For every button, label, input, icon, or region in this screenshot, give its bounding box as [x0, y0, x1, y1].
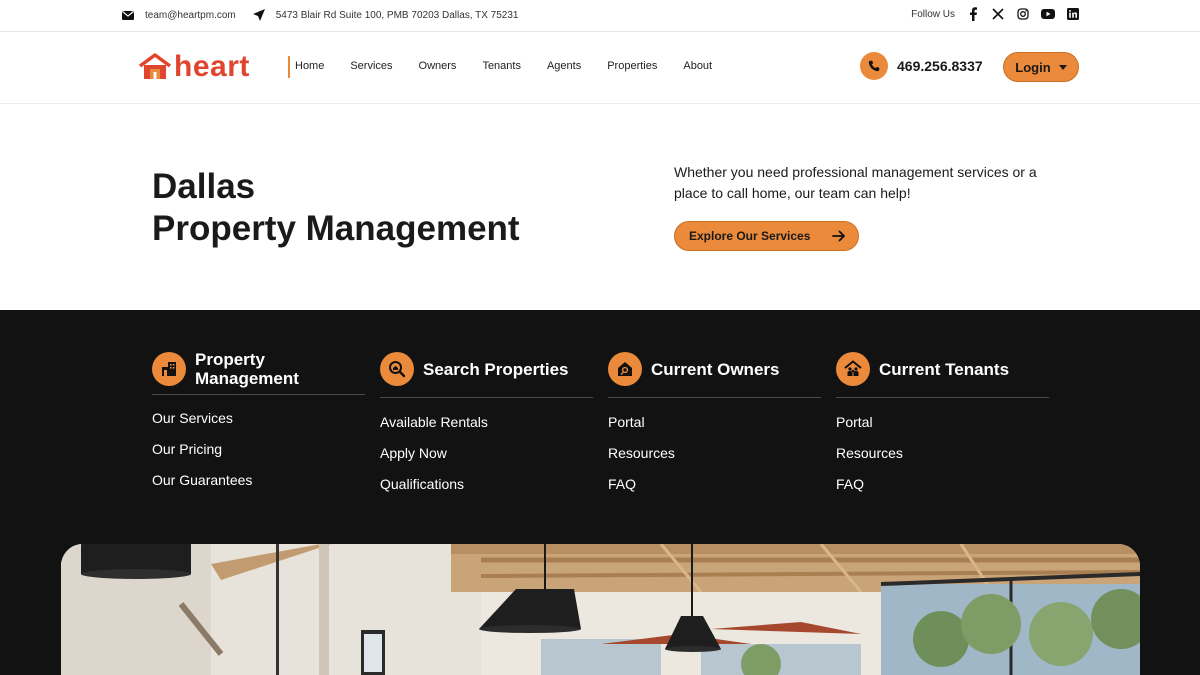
nav-about[interactable]: About [683, 60, 712, 72]
nav-divider [288, 56, 290, 78]
link-tenant-faq[interactable]: FAQ [836, 474, 1049, 505]
x-icon[interactable] [991, 7, 1005, 21]
main-nav: Home Services Owners Tenants Agents Prop… [295, 60, 738, 72]
contact-info: team@heartpm.com 5473 Blair Rd Suite 100… [121, 8, 519, 22]
link-our-guarantees[interactable]: Our Guarantees [152, 470, 365, 501]
link-our-services[interactable]: Our Services [152, 408, 365, 439]
phone-number: 469.256.8337 [897, 58, 983, 74]
explore-label: Explore Our Services [689, 229, 811, 243]
column-header: Property Management [152, 350, 365, 388]
chevron-down-icon [1058, 64, 1067, 70]
link-owner-faq[interactable]: FAQ [608, 474, 821, 505]
youtube-icon[interactable] [1041, 7, 1055, 21]
house-key-icon [608, 352, 642, 386]
arrow-right-icon [832, 230, 845, 242]
column-property-management: Property Management Our Services Our Pri… [152, 350, 365, 501]
explore-services-button[interactable]: Explore Our Services [674, 221, 859, 251]
interior-photo [61, 544, 1140, 675]
login-button[interactable]: Login [1003, 52, 1079, 82]
nav-services[interactable]: Services [350, 60, 392, 72]
column-header: Search Properties [380, 350, 593, 388]
column-title[interactable]: Current Tenants [879, 360, 1009, 379]
column-divider [380, 397, 593, 398]
column-title[interactable]: Search Properties [423, 360, 569, 379]
follow-label: Follow Us [911, 8, 955, 20]
main-header: heart Home Services Owners Tenants Agent… [0, 32, 1200, 104]
facebook-icon[interactable] [966, 7, 980, 21]
column-title[interactable]: Property Management [195, 350, 365, 388]
site-logo[interactable]: heart [138, 52, 250, 82]
column-title[interactable]: Current Owners [651, 360, 779, 379]
link-tenant-resources[interactable]: Resources [836, 443, 1049, 474]
column-links: Our Services Our Pricing Our Guarantees [152, 408, 365, 501]
column-links: Available Rentals Apply Now Qualificatio… [380, 412, 593, 505]
column-search-properties: Search Properties Available Rentals Appl… [380, 350, 593, 505]
column-header: Current Owners [608, 350, 821, 388]
link-our-pricing[interactable]: Our Pricing [152, 439, 365, 470]
column-divider [836, 397, 1049, 398]
mail-icon [122, 11, 134, 20]
search-home-icon [380, 352, 414, 386]
link-apply-now[interactable]: Apply Now [380, 443, 593, 474]
nav-owners[interactable]: Owners [419, 60, 457, 72]
link-tenant-portal[interactable]: Portal [836, 412, 1049, 443]
phone-link[interactable]: 469.256.8337 [860, 52, 983, 80]
email-link[interactable]: team@heartpm.com [145, 10, 236, 21]
hero-description: Whether you need professional management… [674, 164, 1037, 201]
column-header: Current Tenants [836, 350, 1049, 388]
building-icon [152, 352, 186, 386]
phone-icon [860, 52, 888, 80]
link-owner-portal[interactable]: Portal [608, 412, 821, 443]
title-line-2: Property Management [152, 209, 520, 248]
house-logo-icon [138, 53, 172, 79]
instagram-icon[interactable] [1016, 7, 1030, 21]
nav-tenants[interactable]: Tenants [482, 60, 521, 72]
nav-properties[interactable]: Properties [607, 60, 657, 72]
address-text: 5473 Blair Rd Suite 100, PMB 70203 Dalla… [275, 9, 519, 21]
social-links: Follow Us [911, 7, 1080, 21]
link-qualifications[interactable]: Qualifications [380, 474, 593, 505]
column-current-owners: Current Owners Portal Resources FAQ [608, 350, 821, 505]
column-links: Portal Resources FAQ [608, 412, 821, 505]
family-home-icon [836, 352, 870, 386]
login-label: Login [1015, 59, 1051, 75]
location-arrow-icon [252, 9, 265, 21]
column-divider [152, 394, 365, 395]
link-available-rentals[interactable]: Available Rentals [380, 412, 593, 443]
page-title: Dallas Property Management [152, 166, 520, 250]
top-bar: team@heartpm.com 5473 Blair Rd Suite 100… [0, 0, 1200, 32]
link-owner-resources[interactable]: Resources [608, 443, 821, 474]
linkedin-icon[interactable] [1066, 7, 1080, 21]
column-links: Portal Resources FAQ [836, 412, 1049, 505]
title-line-1: Dallas [152, 167, 256, 206]
nav-home[interactable]: Home [295, 60, 324, 72]
logo-wordmark: heart [174, 50, 250, 83]
column-current-tenants: Current Tenants Portal Resources FAQ [836, 350, 1049, 505]
column-divider [608, 397, 821, 398]
nav-agents[interactable]: Agents [547, 60, 581, 72]
